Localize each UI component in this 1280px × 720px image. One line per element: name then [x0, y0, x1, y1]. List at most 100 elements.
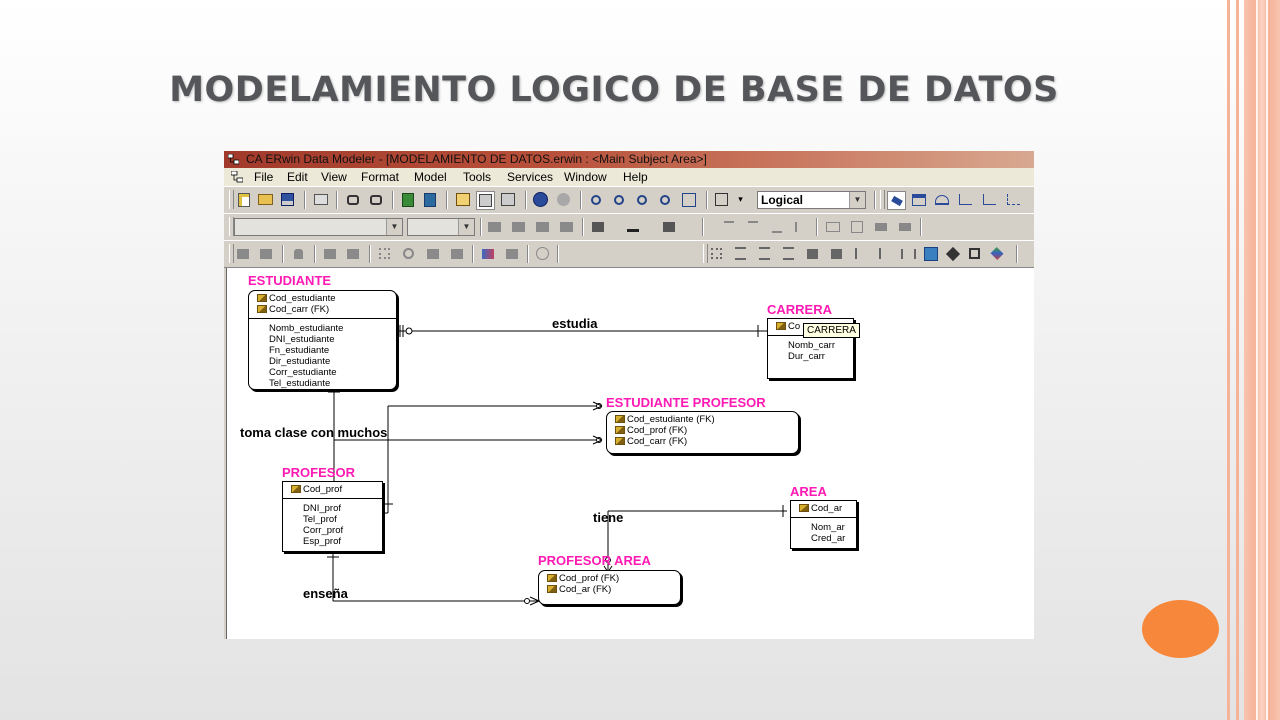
toolbar-grip[interactable]: [229, 190, 234, 209]
open-icon[interactable]: [257, 191, 274, 208]
menu-file[interactable]: File: [251, 168, 276, 186]
undo-layout-icon[interactable]: [966, 245, 983, 262]
import-icon[interactable]: [399, 191, 416, 208]
many-to-many-rel-icon[interactable]: [981, 191, 998, 208]
attr: Cred_ar: [811, 533, 846, 544]
align-bottom-icon[interactable]: [768, 218, 785, 235]
layout-icon[interactable]: [499, 191, 516, 208]
entity-attr-area: Nomb_estudiante DNI_estudiante Fn_estudi…: [249, 319, 396, 391]
print-icon[interactable]: [312, 191, 329, 208]
entity-area[interactable]: Cod_ar Nom_ar Cred_ar: [790, 500, 857, 549]
same-size-icon[interactable]: [872, 218, 889, 235]
shape-alt-icon[interactable]: [448, 245, 465, 262]
export-icon[interactable]: [421, 191, 438, 208]
lock-icon[interactable]: [290, 245, 307, 262]
font-size-select[interactable]: ▼: [407, 218, 475, 236]
layout-hierarchy-icon[interactable]: [732, 245, 749, 262]
group-icon[interactable]: [234, 245, 251, 262]
model-link-icon[interactable]: [503, 245, 520, 262]
align-left-icon[interactable]: [792, 218, 809, 235]
font-select[interactable]: ▼: [234, 218, 403, 236]
zoom-in-icon[interactable]: [610, 191, 627, 208]
dropdown-arrow-icon[interactable]: ▾: [732, 191, 749, 208]
toolbar-separator: [525, 191, 527, 209]
layout-horizontal-icon[interactable]: [900, 245, 917, 262]
ungroup-icon[interactable]: [257, 245, 274, 262]
save-icon[interactable]: [279, 191, 296, 208]
menu-tools[interactable]: Tools: [460, 168, 494, 186]
bold-icon[interactable]: [486, 218, 503, 235]
layout-rows-icon[interactable]: [828, 245, 845, 262]
layout-up-icon[interactable]: [876, 245, 893, 262]
document-icon[interactable]: [231, 171, 243, 183]
entity-profesor[interactable]: Cod_prof DNI_prof Tel_prof Corr_prof Esp…: [282, 481, 383, 552]
zoom-fit-icon[interactable]: [633, 191, 650, 208]
send-back-icon[interactable]: [344, 245, 361, 262]
subtype-tool-icon[interactable]: [933, 191, 950, 208]
menu-format[interactable]: Format: [358, 168, 402, 186]
model-explorer-icon[interactable]: [479, 245, 496, 262]
pointer-tool-icon[interactable]: [887, 191, 906, 210]
refresh-icon[interactable]: [400, 245, 417, 262]
subject-area-icon[interactable]: [454, 191, 471, 208]
layout-circle-icon[interactable]: [780, 245, 797, 262]
non-identifying-rel-icon[interactable]: [1005, 191, 1022, 208]
replace-icon[interactable]: [367, 191, 384, 208]
space-down-icon[interactable]: [848, 218, 865, 235]
layout-org-icon[interactable]: [756, 245, 773, 262]
font-color-icon[interactable]: [624, 218, 641, 235]
attr: Tel_estudiante: [269, 378, 331, 389]
wizard-icon[interactable]: [534, 245, 551, 262]
chevron-down-icon[interactable]: ▼: [849, 192, 865, 208]
shape-icon[interactable]: [424, 245, 441, 262]
bring-front-icon[interactable]: [321, 245, 338, 262]
underline-icon[interactable]: [534, 218, 551, 235]
gem-icon[interactable]: [988, 245, 1005, 262]
zoom-out-icon[interactable]: [587, 191, 604, 208]
zoom-area-icon[interactable]: [680, 191, 697, 208]
layout-down-icon[interactable]: [852, 245, 869, 262]
menu-model[interactable]: Model: [411, 168, 450, 186]
italic-icon[interactable]: [510, 218, 527, 235]
toolbar-grip[interactable]: [880, 190, 885, 209]
display-level-icon[interactable]: [713, 191, 730, 208]
slide-title: MODELAMIENTO LOGICO DE BASE DE DATOS: [169, 70, 1059, 110]
menu-edit[interactable]: Edit: [284, 168, 311, 186]
chevron-down-icon[interactable]: ▼: [458, 219, 474, 235]
attr: Corr_estudiante: [269, 367, 337, 378]
attr: Cod_ar: [811, 503, 843, 514]
layout-grid-icon[interactable]: [376, 245, 393, 262]
entity-tool-icon[interactable]: [910, 191, 927, 208]
attr: Cod_carr (FK): [627, 436, 688, 447]
menu-window[interactable]: Window: [561, 168, 610, 186]
entity-estudiante-profesor[interactable]: Cod_estudiante (FK) Cod_prof (FK) Cod_ca…: [606, 411, 799, 454]
fill-color-icon[interactable]: [589, 218, 606, 235]
align-middle-icon[interactable]: [744, 218, 761, 235]
layout-tree-icon[interactable]: [708, 245, 725, 262]
align-top-icon[interactable]: [720, 218, 737, 235]
model-view-select[interactable]: Logical ▼: [757, 191, 866, 209]
strikeout-icon[interactable]: [558, 218, 575, 235]
complete-compare-icon[interactable]: [532, 191, 549, 208]
key-icon: [799, 504, 809, 512]
line-color-icon[interactable]: [660, 218, 677, 235]
diamond-icon[interactable]: [944, 245, 961, 262]
space-across-icon[interactable]: [824, 218, 841, 235]
zoom-normal-icon[interactable]: [656, 191, 673, 208]
diagram-canvas[interactable]: ESTUDIANTE Cod_estudiante Cod_carr (FK) …: [226, 268, 1034, 639]
forward-engineer-icon[interactable]: [555, 191, 572, 208]
stored-display-icon[interactable]: [476, 191, 495, 210]
new-icon[interactable]: [235, 191, 252, 208]
same-width-icon[interactable]: [896, 218, 913, 235]
identifying-rel-icon[interactable]: [957, 191, 974, 208]
layout-columns-icon[interactable]: [804, 245, 821, 262]
entity-profesor-area[interactable]: Cod_prof (FK) Cod_ar (FK): [538, 570, 681, 605]
menu-help[interactable]: Help: [620, 168, 651, 186]
toolbar-separator: [282, 245, 284, 263]
menu-view[interactable]: View: [318, 168, 350, 186]
layout-box-icon[interactable]: [922, 245, 939, 262]
chevron-down-icon[interactable]: ▼: [386, 219, 402, 235]
find-icon[interactable]: [344, 191, 361, 208]
entity-estudiante[interactable]: Cod_estudiante Cod_carr (FK) Nomb_estudi…: [248, 290, 397, 390]
menu-services[interactable]: Services: [504, 168, 556, 186]
